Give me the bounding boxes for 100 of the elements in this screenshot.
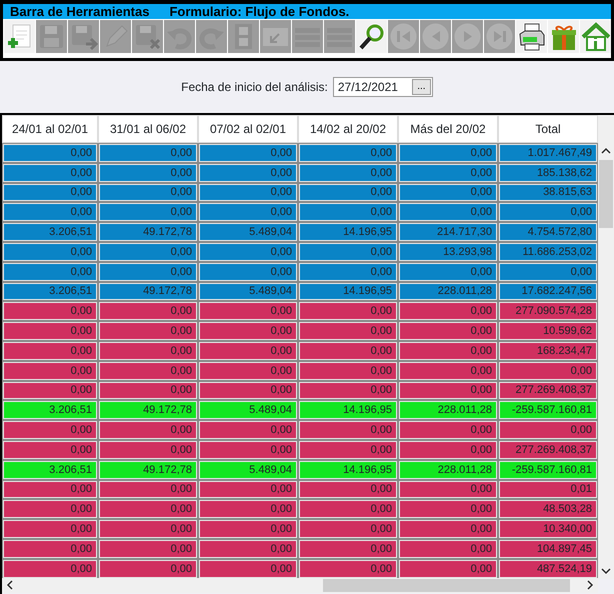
table-cell: 0,00 — [2, 380, 98, 400]
save-delete-icon — [133, 22, 162, 51]
vertical-scrollbar[interactable] — [598, 143, 614, 579]
table-cell: 0,00 — [98, 538, 198, 559]
table-cell: 0,00 — [398, 340, 498, 361]
table-cell: 0,00 — [298, 182, 398, 202]
table-cell: 0,00 — [198, 440, 298, 460]
table-cell: 5.489,04 — [198, 282, 298, 302]
table-cell: 0,00 — [2, 558, 98, 579]
table-cell: 0,00 — [198, 321, 298, 341]
column-header[interactable]: 24/01 al 02/01 — [2, 115, 98, 143]
table-cell: 0,00 — [198, 242, 298, 262]
table-cell: 0,00 — [98, 182, 198, 202]
table-cell: 0,00 — [398, 182, 498, 202]
date-field[interactable]: 27/12/2021 ... — [332, 77, 433, 97]
table-cell: 0,00 — [198, 262, 298, 282]
table-cell: 0,00 — [198, 162, 298, 183]
table-cell: 3.206,51 — [2, 460, 98, 480]
table-cell: 0,00 — [198, 380, 298, 400]
table-cell: 0,00 — [98, 340, 198, 361]
column-header[interactable]: Más del 20/02 — [398, 115, 498, 143]
table-cell: 0,00 — [398, 262, 498, 282]
table-cell: 0,00 — [98, 262, 198, 282]
table-cell: 0,00 — [98, 143, 198, 163]
table-cell: 0,00 — [398, 143, 498, 163]
table-cell: 0,00 — [198, 519, 298, 539]
table-cell: 0,00 — [198, 143, 298, 163]
scroll-right-icon[interactable] — [585, 580, 595, 590]
printer-icon — [517, 22, 546, 51]
table-cell: 0,00 — [498, 420, 598, 440]
table-cell: 0,01 — [498, 480, 598, 500]
table-cell: 0,00 — [298, 538, 398, 559]
table-cell: 0,00 — [398, 380, 498, 400]
table-cell: 49.172,78 — [98, 222, 198, 242]
table-cell: 4.754.572,80 — [498, 222, 598, 242]
table-cell: 0,00 — [298, 360, 398, 381]
table-cell: 0,00 — [398, 162, 498, 183]
toolbar-button[interactable] — [516, 20, 547, 53]
scroll-left-icon[interactable] — [5, 580, 15, 590]
table-cell: 0,00 — [398, 301, 498, 322]
table-cell: 5.489,04 — [198, 222, 298, 242]
table-cell: 3.206,51 — [2, 400, 98, 420]
table-cell: 14.196,95 — [298, 282, 398, 302]
column-header[interactable]: 14/02 al 20/02 — [298, 115, 398, 143]
table-cell: 0,00 — [398, 538, 498, 559]
table-cell: 0,00 — [98, 162, 198, 183]
table-cell: 277.269.408,37 — [498, 380, 598, 400]
last-icon — [485, 22, 514, 51]
table-cell: 0,00 — [2, 143, 98, 163]
table-cell: 14.196,95 — [298, 400, 398, 420]
table-cell: 0,00 — [298, 558, 398, 579]
toolbar-button[interactable] — [356, 20, 387, 53]
table-cell: 277.090.574,28 — [498, 301, 598, 322]
table-cell: 1.017.467,49 — [498, 143, 598, 163]
table-cell: 0,00 — [398, 440, 498, 460]
table-cell: 0,00 — [198, 301, 298, 322]
scroll-up-icon[interactable] — [601, 146, 611, 156]
scroll-thumb[interactable] — [323, 579, 570, 592]
table-cell: 0,00 — [298, 340, 398, 361]
save-icon — [37, 22, 66, 51]
table-cell: 3.206,51 — [2, 282, 98, 302]
table-cell: 0,00 — [198, 340, 298, 361]
scroll-down-icon[interactable] — [601, 566, 611, 576]
date-label: Fecha de inicio del análisis: — [181, 79, 328, 96]
column-header[interactable]: 31/01 al 06/02 — [98, 115, 198, 143]
table-cell: 0,00 — [2, 538, 98, 559]
scroll-thumb[interactable] — [599, 160, 613, 228]
table-cell: 0,00 — [498, 202, 598, 222]
column-header[interactable]: Total — [498, 115, 598, 143]
table-cell: 0,00 — [198, 182, 298, 202]
table-cell: 0,00 — [298, 420, 398, 440]
table-cell: 0,00 — [198, 538, 298, 559]
table-cell: 0,00 — [2, 499, 98, 520]
table-cell: 185.138,62 — [498, 162, 598, 183]
table-cell: 0,00 — [398, 360, 498, 381]
table-cell: 0,00 — [98, 242, 198, 262]
table-cell: 0,00 — [2, 480, 98, 500]
table-cell: 277.269.408,37 — [498, 440, 598, 460]
previous-icon — [421, 22, 450, 51]
table-cell: 228.011,28 — [398, 282, 498, 302]
table-cell: 49.172,78 — [98, 282, 198, 302]
title-bar: Barra de Herramientas Formulario: Flujo de Fondos. — [3, 4, 611, 19]
home-icon — [581, 22, 610, 51]
table-cell: 11.686.253,02 — [498, 242, 598, 262]
date-picker-button[interactable]: ... — [412, 79, 431, 95]
table-cell: 0,00 — [398, 499, 498, 520]
table-cell: 0,00 — [398, 519, 498, 539]
table-cell: 168.234,47 — [498, 340, 598, 361]
table-cell: 487.524,19 — [498, 558, 598, 579]
table-cell: 0,00 — [298, 519, 398, 539]
table-cell: 0,00 — [398, 321, 498, 341]
horizontal-scrollbar[interactable] — [2, 578, 598, 593]
table-cell: 104.897,45 — [498, 538, 598, 559]
table-cell: 0,00 — [298, 162, 398, 183]
table-cell: 13.293,98 — [398, 242, 498, 262]
column-header[interactable]: 07/02 al 02/01 — [198, 115, 298, 143]
table-cell: 0,00 — [198, 202, 298, 222]
table-cell: 0,00 — [198, 558, 298, 579]
table-cell: 5.489,04 — [198, 460, 298, 480]
table-cell: 10.599,62 — [498, 321, 598, 341]
